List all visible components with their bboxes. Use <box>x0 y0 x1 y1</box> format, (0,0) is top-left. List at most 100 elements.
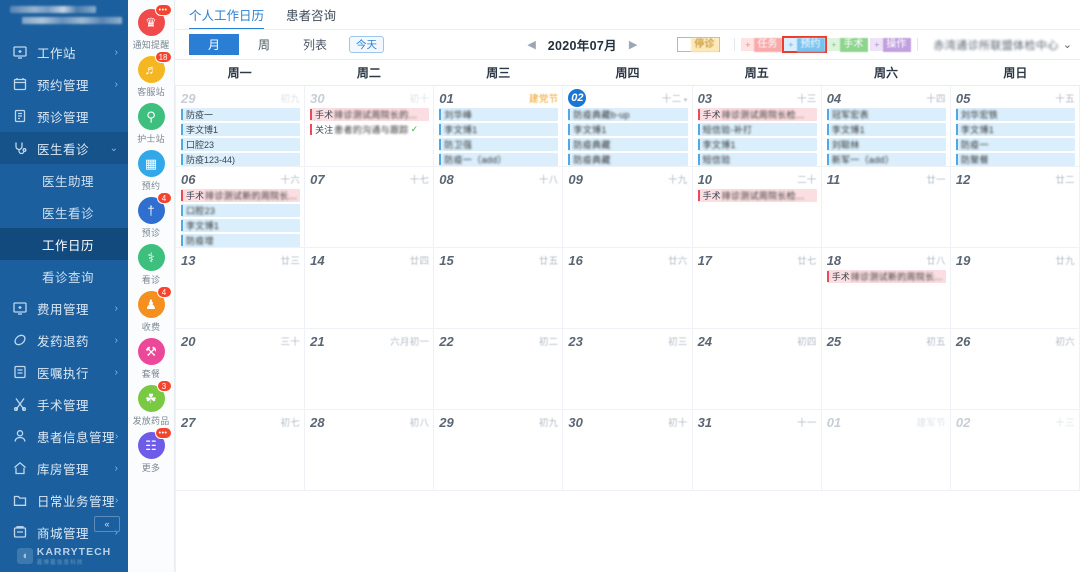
calendar-day-cell[interactable]: 30初十 <box>563 410 692 491</box>
calendar-day-cell[interactable]: 29初九 <box>434 410 563 491</box>
sidebar-subitem-5[interactable]: 医生看诊 <box>0 196 128 228</box>
sidebar-item-2[interactable]: 预诊管理 <box>0 100 128 132</box>
calendar-event[interactable]: 防疫典藏b-up <box>568 108 687 121</box>
calendar-event[interactable]: 防聚餐 <box>956 153 1075 166</box>
calendar-event[interactable]: 刘华宏铁 <box>956 108 1075 121</box>
view-button-0[interactable]: 月 <box>189 34 239 55</box>
calendar-event[interactable]: 口腔23 <box>181 204 300 217</box>
calendar-day-cell[interactable]: 12廿二 <box>951 167 1080 248</box>
headset-icon[interactable]: ♬18 <box>138 56 165 83</box>
calendar-day-cell[interactable]: 21六月初一 <box>305 329 434 410</box>
legend-chip-0[interactable]: 停诊 <box>677 37 720 52</box>
sidebar-item-1[interactable]: 预约管理› <box>0 68 128 100</box>
calendar-day-cell[interactable]: 08十八 <box>434 167 563 248</box>
rail-item-5[interactable]: ⚕看诊 <box>128 241 175 286</box>
sidebar-item-12[interactable]: 患者信息管理› <box>0 420 128 452</box>
calendar-day-cell[interactable]: 24初四 <box>693 329 822 410</box>
calendar-day-cell[interactable]: 13廿三 <box>176 248 305 329</box>
calendar-event[interactable]: 防疫一 <box>181 108 300 121</box>
rail-item-0[interactable]: ♛•••通知提醒 <box>128 6 175 51</box>
gift-icon[interactable]: ⚒ <box>138 338 165 365</box>
bell-icon[interactable]: ♛••• <box>138 9 165 36</box>
calendar-day-cell[interactable]: 04十四冠军宏表李文博1刘聪林新军一（add） <box>822 86 951 167</box>
calendar-day-cell[interactable]: 17廿七 <box>693 248 822 329</box>
calendar-day-cell[interactable]: 03十三手术排诊测试周院长检...短信验-补打李文博1短信验 <box>693 86 822 167</box>
calendar-day-cell[interactable]: 15廿五 <box>434 248 563 329</box>
tab-0[interactable]: 个人工作日历 <box>189 5 264 29</box>
grid-icon[interactable]: ☷••• <box>138 432 165 459</box>
calendar-event[interactable]: 防疫典藏 <box>568 138 687 151</box>
calendar-day-cell[interactable]: 26初六 <box>951 329 1080 410</box>
calendar-day-cell[interactable]: 02十二防疫典藏b-up李文博1防疫典藏防疫典藏 <box>563 86 692 167</box>
sidebar-item-3[interactable]: 医生看诊⌄ <box>0 132 128 164</box>
sidebar-item-0[interactable]: 工作站› <box>0 36 128 68</box>
department-selector[interactable]: 赤湾通诊所联盟体检中心 ⌄ <box>933 37 1072 53</box>
calendar-event[interactable]: 冠军宏表 <box>827 108 946 121</box>
calendar-day-cell[interactable]: 25初五 <box>822 329 951 410</box>
sidebar-item-8[interactable]: 费用管理› <box>0 292 128 324</box>
sidebar-item-10[interactable]: 医嘱执行› <box>0 356 128 388</box>
calendar-event[interactable]: 李文博1 <box>439 123 558 136</box>
stethoscope-icon[interactable]: ⚕ <box>138 244 165 271</box>
sidebar-subitem-6[interactable]: 工作日历 <box>0 228 128 260</box>
rail-item-8[interactable]: ☘3发放药品 <box>128 382 175 427</box>
sidebar-item-11[interactable]: 手术管理 <box>0 388 128 420</box>
calendar-day-cell[interactable]: 11廿一 <box>822 167 951 248</box>
calendar-day-cell[interactable]: 10二十手术排诊测试周院长检... <box>693 167 822 248</box>
rail-item-2[interactable]: ⚲护士站 <box>128 100 175 145</box>
calendar-day-cell[interactable]: 16廿六 <box>563 248 692 329</box>
calendar-event[interactable]: 口腔23 <box>181 138 300 151</box>
calendar-event[interactable]: 李文博1 <box>827 123 946 136</box>
calendar-event[interactable]: 防疫增 <box>181 234 300 247</box>
sidebar-item-9[interactable]: 发药退药› <box>0 324 128 356</box>
calendar-event[interactable]: 防疫典藏 <box>568 153 687 166</box>
nurse-icon[interactable]: ⚲ <box>138 103 165 130</box>
calendar-event[interactable]: 刘聪林 <box>827 138 946 151</box>
calendar-event[interactable]: 手术排诊测试新的周院长... <box>827 270 946 283</box>
calendar-event[interactable]: 手术排诊测试周院长检... <box>698 189 817 202</box>
calendar-event[interactable]: 手术排诊测试周院长检... <box>698 108 817 121</box>
rail-item-9[interactable]: ☷•••更多 <box>128 429 175 474</box>
calendar-day-cell[interactable]: 23初三 <box>563 329 692 410</box>
calendar-day-cell[interactable]: 22初二 <box>434 329 563 410</box>
calendar-event[interactable]: 李文博1 <box>568 123 687 136</box>
calendar-day-cell[interactable]: 07十七 <box>305 167 434 248</box>
calendar-day-cell[interactable]: 14廿四 <box>305 248 434 329</box>
calendar-day-cell[interactable]: 01建军节 <box>822 410 951 491</box>
calendar-day-cell[interactable]: 09十九 <box>563 167 692 248</box>
rail-item-7[interactable]: ⚒套餐 <box>128 335 175 380</box>
calendar-day-cell[interactable]: 02十三 <box>951 410 1080 491</box>
calendar-day-cell[interactable]: 01建党节刘华峰李文博1防卫强防疫一（add） <box>434 86 563 167</box>
rail-item-4[interactable]: †4预诊 <box>128 194 175 239</box>
sidebar-subitem-7[interactable]: 看诊查询 <box>0 260 128 292</box>
cashier-icon[interactable]: ♟4 <box>138 291 165 318</box>
legend-chip-1[interactable]: +任务 <box>740 37 783 52</box>
calendar-event[interactable]: 短信验-补打 <box>698 123 817 136</box>
calendar-day-cell[interactable]: 28初八 <box>305 410 434 491</box>
sidebar-item-14[interactable]: 日常业务管理› <box>0 484 128 516</box>
calendar-day-cell[interactable]: 19廿九 <box>951 248 1080 329</box>
view-button-1[interactable]: 周 <box>239 34 289 55</box>
calendar-event[interactable]: 关注患者的沟通与跟踪✓ <box>310 123 429 136</box>
rail-item-3[interactable]: ▦预约 <box>128 147 175 192</box>
prev-month-button[interactable]: ◀ <box>527 38 535 51</box>
calendar-event[interactable]: 手术排诊测试周院长的... <box>310 108 429 121</box>
tab-1[interactable]: 患者咨询 <box>286 5 336 29</box>
sidebar-collapse-button[interactable]: « <box>94 516 120 532</box>
view-button-2[interactable]: 列表 <box>289 34 341 55</box>
calendar-event[interactable]: 短信验 <box>698 153 817 166</box>
calendar-event[interactable]: 防卫强 <box>439 138 558 151</box>
legend-chip-3[interactable]: +手术 <box>826 37 869 52</box>
calendar-day-cell[interactable]: 27初七 <box>176 410 305 491</box>
legend-chip-4[interactable]: +操作 <box>869 37 912 52</box>
legend-chip-2[interactable]: +预约 <box>783 37 826 52</box>
calendar-day-cell[interactable]: 29初九防疫一李文博1口腔23防疫123-44) <box>176 86 305 167</box>
calendar-event[interactable]: 新军一（add） <box>827 153 946 166</box>
calendar-day-cell[interactable]: 20三十 <box>176 329 305 410</box>
calendar-event[interactable]: 手术排诊测试新的周院长... <box>181 189 300 202</box>
rail-item-6[interactable]: ♟4收费 <box>128 288 175 333</box>
calendar-event[interactable]: 李文博1 <box>956 123 1075 136</box>
calendar-icon[interactable]: ▦ <box>138 150 165 177</box>
calendar-event[interactable]: 刘华峰 <box>439 108 558 121</box>
calendar-day-cell[interactable]: 31十一 <box>693 410 822 491</box>
